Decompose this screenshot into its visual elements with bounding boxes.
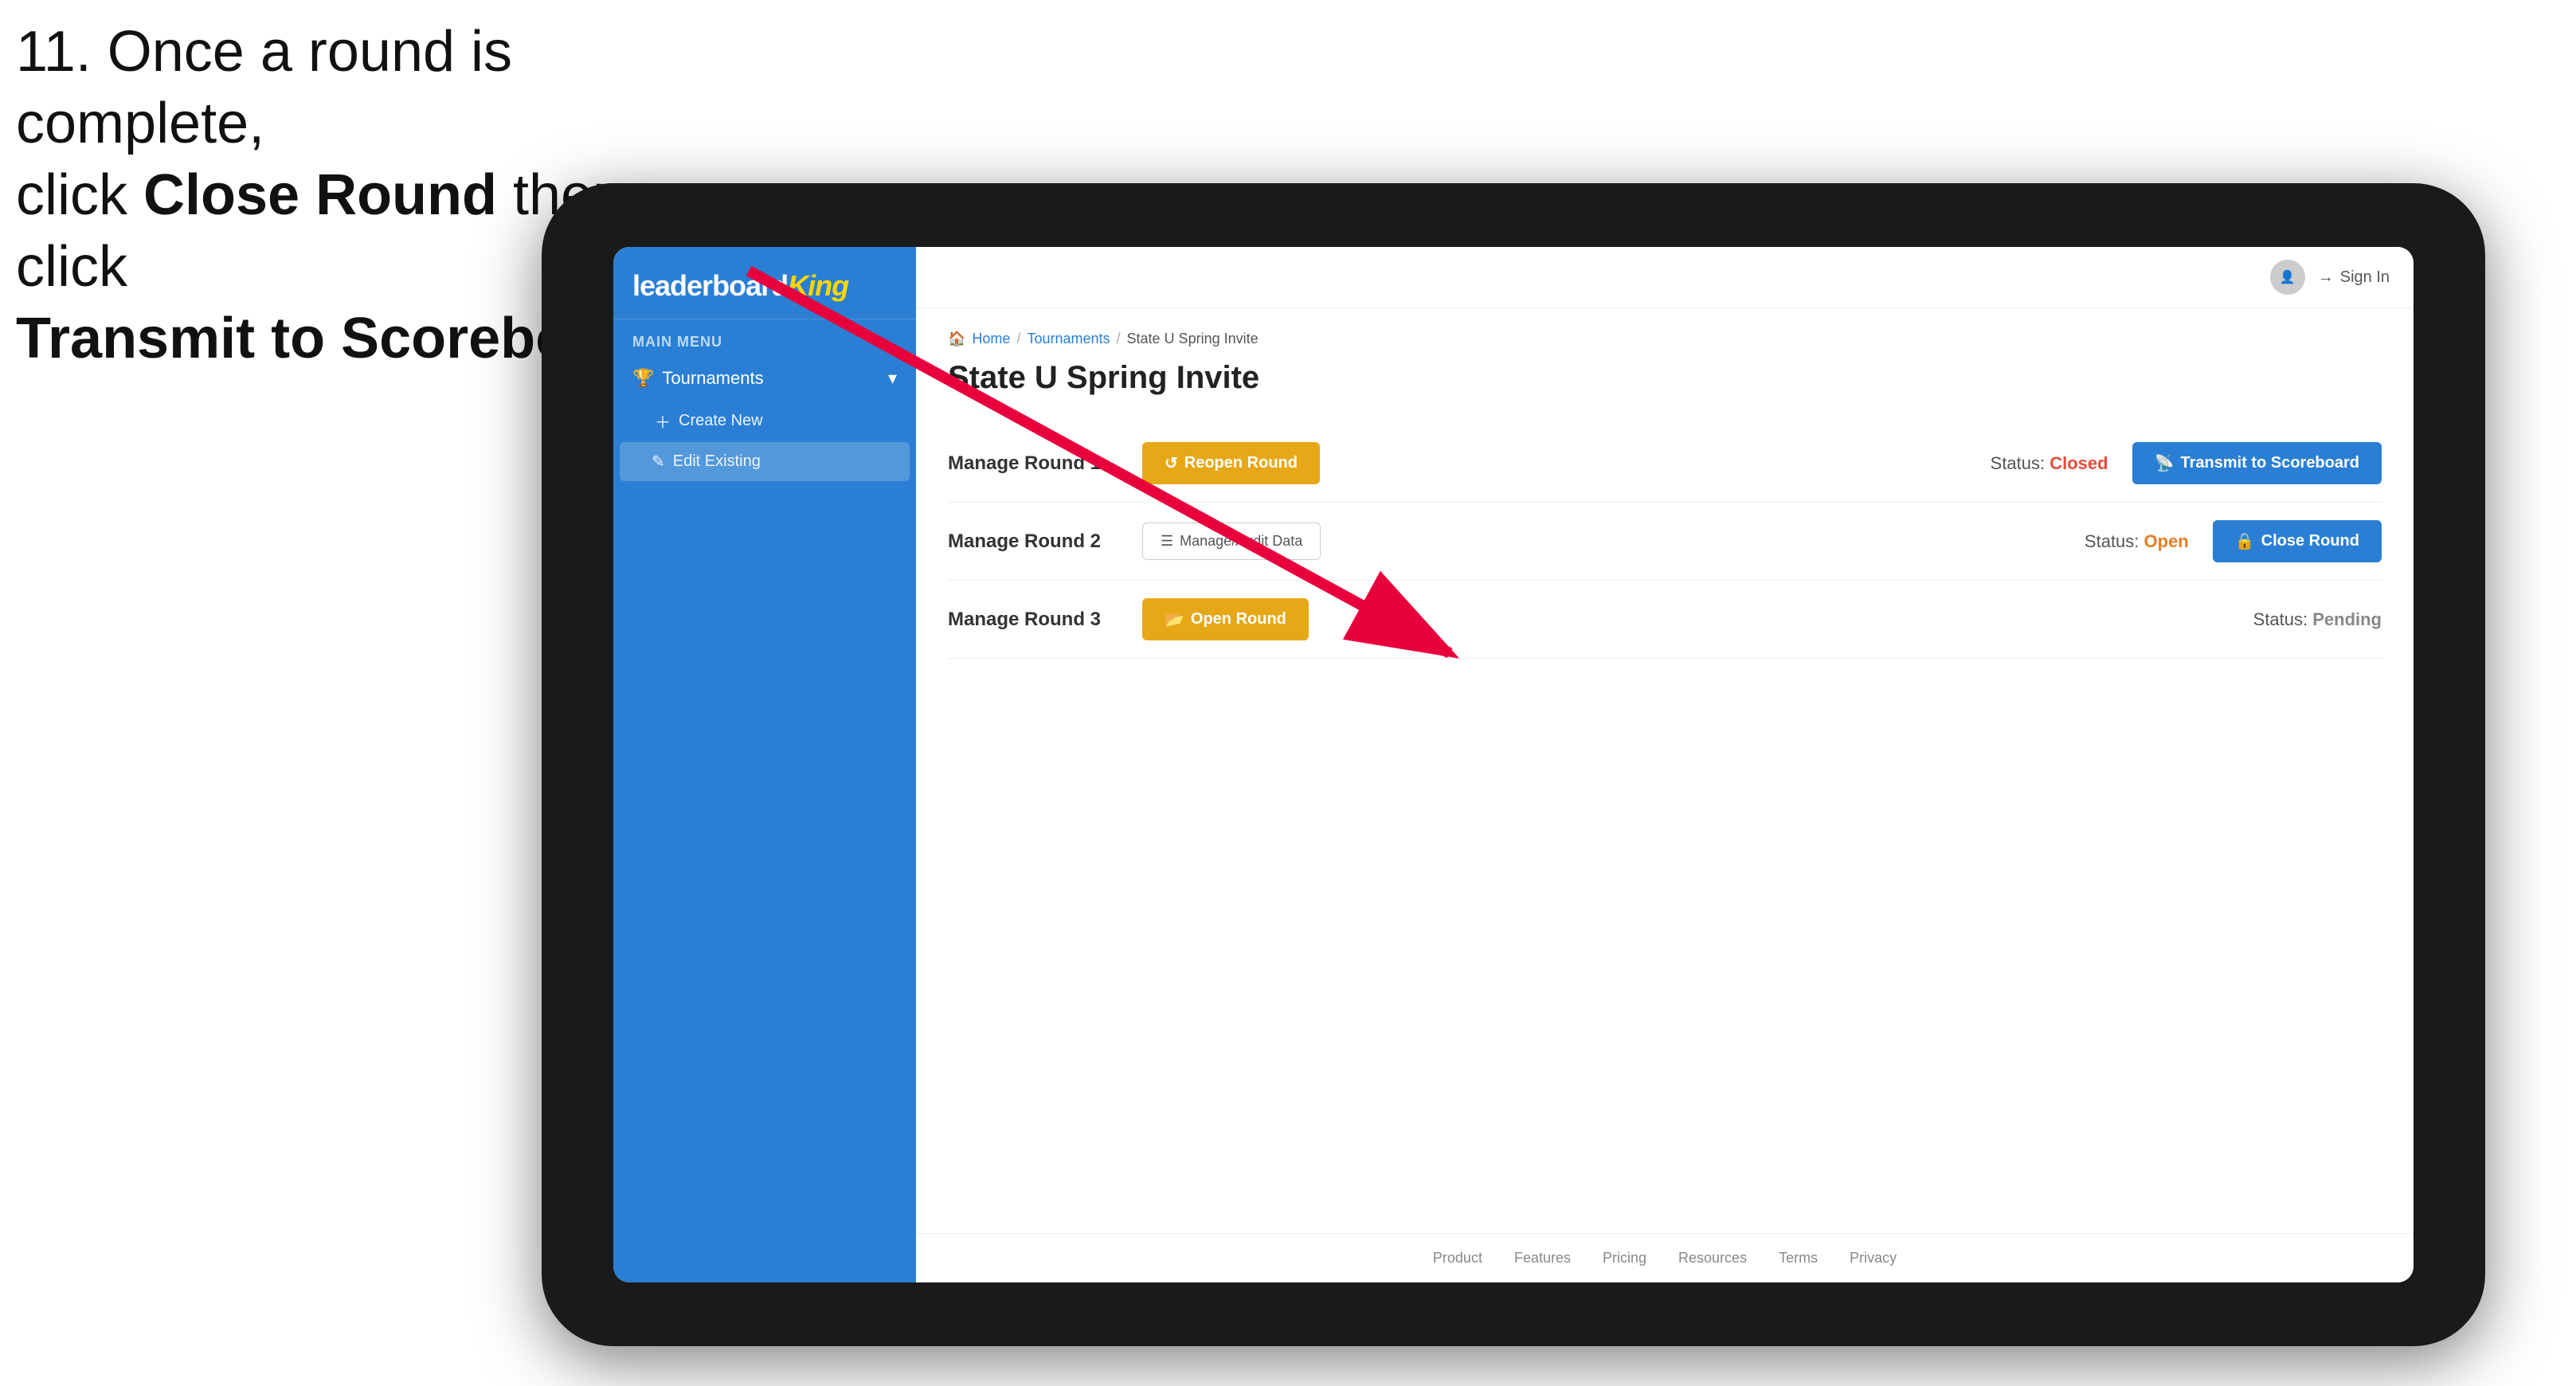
sidebar: leaderboardKing MAIN MENU 🏆 Tournaments … (613, 247, 916, 1282)
chevron-down-icon: ▾ (888, 368, 897, 389)
nav-create-new[interactable]: ＋ Create New (613, 400, 916, 442)
footer-features[interactable]: Features (1514, 1250, 1571, 1267)
nav-tournaments-left: 🏆 Tournaments (632, 368, 764, 389)
round-2-title: Manage Round 2 (948, 531, 1123, 553)
breadcrumb-sep1: / (1016, 331, 1020, 347)
open-label: Open Round (1191, 610, 1286, 628)
breadcrumb-sep2: / (1117, 331, 1121, 347)
nav-tournaments-label: Tournaments (662, 368, 763, 389)
instruction-bold1: Close Round (143, 163, 497, 227)
nav-create-new-label: Create New (679, 412, 763, 430)
round-2-status: Status: Open (2085, 531, 2189, 552)
sign-in-button[interactable]: → Sign In (2318, 268, 2390, 287)
footer-terms[interactable]: Terms (1779, 1250, 1818, 1267)
round-3-title: Manage Round 3 (948, 609, 1123, 631)
logo-part1: leaderboard (632, 269, 788, 302)
content-area: 🏠 Home / Tournaments / State U Spring In… (916, 308, 2414, 1233)
round-1-left: Manage Round 1 ↺ Reopen Round (948, 442, 1320, 484)
user-icon: 👤 (2280, 269, 2296, 285)
round-2-right: Status: Open 🔒 Close Round (2085, 520, 2382, 562)
round-1-title: Manage Round 1 (948, 452, 1123, 475)
close-round-button[interactable]: 🔒 Close Round (2213, 520, 2382, 562)
round-2-section: Manage Round 2 ☰ Manage/Audit Data Statu… (948, 503, 2382, 581)
plus-icon: ＋ (655, 409, 671, 433)
close-icon: 🔒 (2235, 531, 2255, 551)
round-3-section: Manage Round 3 📂 Open Round Status: Pend… (948, 581, 2382, 659)
instruction-line1: 11. Once a round is complete, (16, 16, 733, 159)
avatar: 👤 (2270, 260, 2305, 295)
breadcrumb-tournaments[interactable]: Tournaments (1027, 331, 1110, 347)
close-label: Close Round (2261, 532, 2359, 550)
footer: Product Features Pricing Resources Terms… (916, 1233, 2414, 1282)
footer-product[interactable]: Product (1433, 1250, 1482, 1267)
footer-pricing[interactable]: Pricing (1603, 1250, 1646, 1267)
reopen-label: Reopen Round (1184, 454, 1298, 472)
tablet-screen: leaderboardKing MAIN MENU 🏆 Tournaments … (613, 247, 2414, 1282)
round-1-right: Status: Closed 📡 Transmit to Scoreboard (1991, 442, 2382, 484)
app-container: leaderboardKing MAIN MENU 🏆 Tournaments … (613, 247, 2414, 1282)
nav-tournaments[interactable]: 🏆 Tournaments ▾ (613, 357, 916, 400)
sign-in-label: Sign In (2340, 268, 2390, 287)
tablet-frame: leaderboardKing MAIN MENU 🏆 Tournaments … (542, 183, 2485, 1346)
signin-arrow-icon: → (2318, 268, 2334, 287)
nav-edit-existing[interactable]: ✎ Edit Existing (620, 442, 910, 481)
transmit-scoreboard-button[interactable]: 📡 Transmit to Scoreboard (2132, 442, 2382, 484)
round-1-section: Manage Round 1 ↺ Reopen Round Status: Cl… (948, 425, 2382, 503)
footer-resources[interactable]: Resources (1678, 1250, 1747, 1267)
reopen-icon: ↺ (1165, 453, 1178, 473)
logo: leaderboardKing (632, 269, 897, 303)
footer-privacy[interactable]: Privacy (1850, 1250, 1897, 1267)
top-bar: 👤 → Sign In (916, 247, 2414, 308)
trophy-icon: 🏆 (632, 368, 654, 389)
open-round-button[interactable]: 📂 Open Round (1142, 598, 1309, 640)
open-icon: 📂 (1165, 609, 1184, 629)
transmit-icon: 📡 (2155, 453, 2175, 473)
breadcrumb-home[interactable]: Home (972, 331, 1010, 347)
round-1-status-value: Closed (2049, 453, 2108, 473)
round-3-left: Manage Round 3 📂 Open Round (948, 598, 1309, 640)
manage-label: Manage/Audit Data (1180, 533, 1302, 550)
main-menu-label: MAIN MENU (613, 319, 916, 357)
logo-part2: King (788, 269, 848, 302)
nav-edit-existing-label: Edit Existing (673, 452, 761, 471)
home-icon: 🏠 (948, 331, 965, 347)
reopen-round-button[interactable]: ↺ Reopen Round (1142, 442, 1320, 484)
breadcrumb: 🏠 Home / Tournaments / State U Spring In… (948, 331, 2382, 347)
page-title: State U Spring Invite (948, 360, 2382, 396)
main-content: 👤 → Sign In 🏠 Home / Tournaments (916, 247, 2414, 1282)
round-3-right: Status: Pending (2253, 609, 2382, 630)
logo-area: leaderboardKing (613, 247, 916, 319)
manage-audit-button[interactable]: ☰ Manage/Audit Data (1142, 523, 1321, 560)
round-3-status: Status: Pending (2253, 609, 2382, 630)
transmit-label: Transmit to Scoreboard (2181, 454, 2360, 472)
breadcrumb-current: State U Spring Invite (1127, 331, 1259, 347)
edit-icon: ✎ (652, 452, 665, 472)
round-2-left: Manage Round 2 ☰ Manage/Audit Data (948, 523, 1321, 560)
round-3-status-value: Pending (2312, 609, 2382, 629)
round-2-status-value: Open (2144, 531, 2189, 551)
round-1-status: Status: Closed (1991, 453, 2108, 474)
manage-icon: ☰ (1161, 533, 1173, 550)
